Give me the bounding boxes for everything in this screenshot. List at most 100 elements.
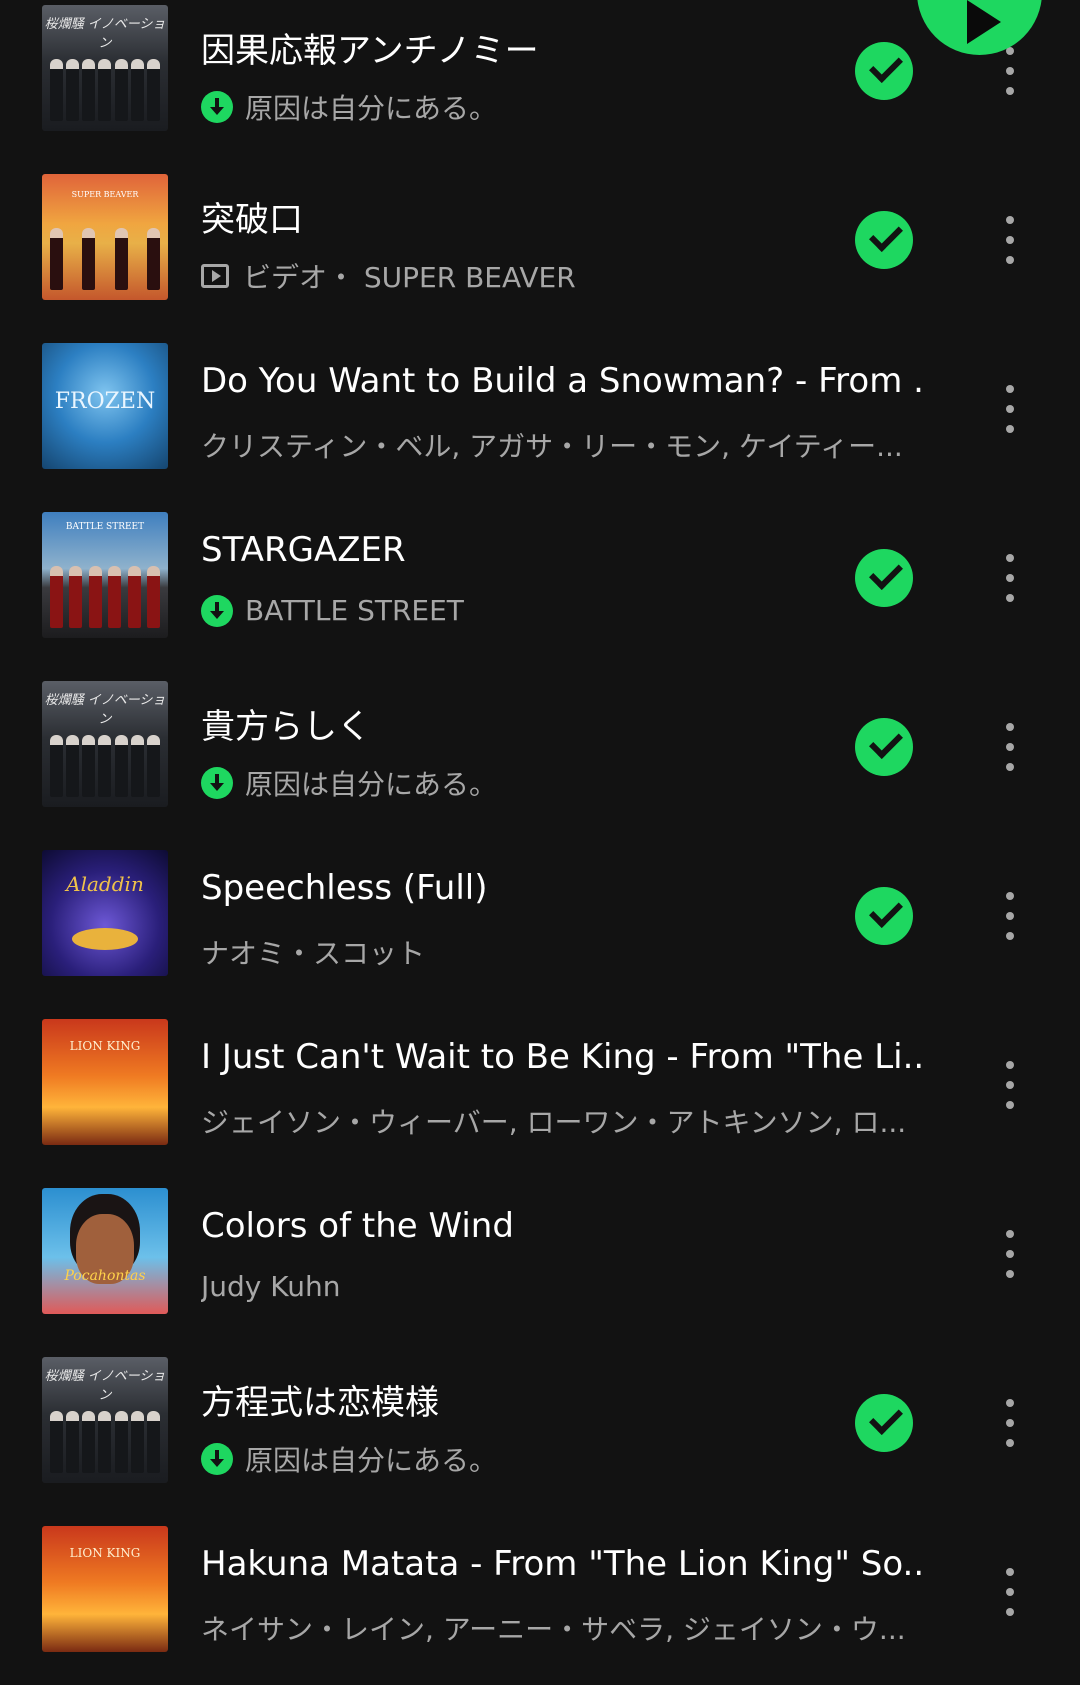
album-art-label: 桜爛騒 イノベーション xyxy=(44,693,166,727)
more-dot xyxy=(1006,236,1014,244)
more-dot xyxy=(1006,763,1014,771)
more-dot xyxy=(1006,912,1014,920)
more-dot xyxy=(1006,1588,1014,1596)
check-circle-icon[interactable] xyxy=(855,211,913,269)
track-artist: 原因は自分にある。 xyxy=(245,1444,498,1477)
album-art-label: SUPER BEAVER xyxy=(71,190,139,199)
track-subtitle: クリスティン・ベル, アガサ・リー・モン, ケイティー... xyxy=(201,425,921,465)
more-vert-icon[interactable] xyxy=(995,1393,1025,1453)
more-dot xyxy=(1006,1230,1014,1238)
album-art-label: Pocahontas xyxy=(64,1268,146,1284)
album-art-label: BATTLE STREET xyxy=(65,522,145,532)
track-title: Speechless (Full) xyxy=(201,868,488,908)
track-subtitle: BATTLE STREET xyxy=(201,594,921,627)
download-icon xyxy=(201,767,233,799)
track-row[interactable]: Pocahontas Colors of the Wind Judy Kuhn xyxy=(0,1178,1080,1347)
check-circle-icon[interactable] xyxy=(855,718,913,776)
more-vert-icon[interactable] xyxy=(995,1055,1025,1115)
more-vert-icon[interactable] xyxy=(995,548,1025,608)
more-dot xyxy=(1006,723,1014,731)
more-vert-icon[interactable] xyxy=(995,717,1025,777)
more-vert-icon[interactable] xyxy=(995,210,1025,270)
video-icon xyxy=(201,264,229,288)
track-artist: ビデオ・ SUPER BEAVER xyxy=(243,261,576,294)
track-artist: 原因は自分にある。 xyxy=(245,768,498,801)
track-row[interactable]: LION KING Hakuna Matata - From "The Lion … xyxy=(0,1516,1080,1685)
check-circle-icon[interactable] xyxy=(855,1394,913,1452)
more-dot xyxy=(1006,932,1014,940)
album-cover: Aladdin xyxy=(42,850,168,976)
more-dot xyxy=(1006,1081,1014,1089)
track-row[interactable]: 桜爛騒 イノベーション 因果応報アンチノミー原因は自分にある。 xyxy=(0,0,1080,164)
album-cover: SUPER BEAVER xyxy=(42,174,168,300)
track-title: Hakuna Matata - From "The Lion King" So.… xyxy=(201,1544,921,1584)
album-cover: BATTLE STREET xyxy=(42,512,168,638)
more-dot xyxy=(1006,1608,1014,1616)
track-artist: クリスティン・ベル, アガサ・リー・モン, ケイティー... xyxy=(201,430,903,463)
album-art-label: 桜爛騒 イノベーション xyxy=(44,1369,166,1403)
track-row[interactable]: BATTLE STREET STARGAZER BATTLE STREET xyxy=(0,502,1080,671)
track-title: Do You Want to Build a Snowman? - From .… xyxy=(201,361,921,401)
download-icon xyxy=(201,594,233,627)
more-dot xyxy=(1006,1250,1014,1258)
track-row[interactable]: FROZEN Do You Want to Build a Snowman? - … xyxy=(0,333,1080,502)
track-row[interactable]: 桜爛騒 イノベーション 貴方らしく原因は自分にある。 xyxy=(0,671,1080,840)
track-artist: ナオミ・スコット xyxy=(201,937,426,970)
more-dot xyxy=(1006,574,1014,582)
more-vert-icon[interactable] xyxy=(995,1224,1025,1284)
track-title: STARGAZER xyxy=(201,530,406,570)
album-art-label: FROZEN xyxy=(54,389,156,414)
more-dot xyxy=(1006,67,1014,75)
more-dot xyxy=(1006,594,1014,602)
more-vert-icon[interactable] xyxy=(995,379,1025,439)
album-art-label: LION KING xyxy=(69,1546,141,1560)
track-subtitle: 原因は自分にある。 xyxy=(201,87,921,127)
more-dot xyxy=(1006,1101,1014,1109)
download-icon xyxy=(201,91,233,123)
track-row[interactable]: SUPER BEAVER 突破口 ビデオ・ SUPER BEAVER xyxy=(0,164,1080,333)
album-cover: LION KING xyxy=(42,1019,168,1145)
more-dot xyxy=(1006,554,1014,562)
album-art-label: LION KING xyxy=(69,1039,141,1053)
album-cover: 桜爛騒 イノベーション xyxy=(42,5,168,131)
album-cover: 桜爛騒 イノベーション xyxy=(42,1357,168,1483)
track-subtitle: 原因は自分にある。 xyxy=(201,763,921,803)
album-cover: 桜爛騒 イノベーション xyxy=(42,681,168,807)
track-title: 方程式は恋模様 xyxy=(201,1383,439,1423)
more-dot xyxy=(1006,385,1014,393)
check-circle-icon[interactable] xyxy=(855,549,913,607)
more-vert-icon[interactable] xyxy=(995,1562,1025,1622)
track-row[interactable]: Aladdin Speechless (Full) ナオミ・スコット xyxy=(0,840,1080,1009)
check-circle-icon[interactable] xyxy=(855,42,913,100)
check-circle-icon[interactable] xyxy=(855,887,913,945)
track-artist: 原因は自分にある。 xyxy=(245,92,498,125)
more-dot xyxy=(1006,892,1014,900)
track-subtitle: Judy Kuhn xyxy=(201,1270,921,1303)
more-dot xyxy=(1006,425,1014,433)
album-cover: FROZEN xyxy=(42,343,168,469)
download-icon xyxy=(201,1443,233,1475)
more-dot xyxy=(1006,1399,1014,1407)
track-artist: BATTLE STREET xyxy=(245,594,464,627)
track-title: 因果応報アンチノミー xyxy=(201,31,539,71)
track-artist: ジェイソン・ウィーバー, ローワン・アトキンソン, ロ... xyxy=(201,1106,907,1139)
more-dot xyxy=(1006,1568,1014,1576)
track-row[interactable]: LION KING I Just Can't Wait to Be King - … xyxy=(0,1009,1080,1178)
album-cover: Pocahontas xyxy=(42,1188,168,1314)
album-cover: LION KING xyxy=(42,1526,168,1652)
track-title: 貴方らしく xyxy=(201,707,371,747)
more-dot xyxy=(1006,1439,1014,1447)
album-art-label: Aladdin xyxy=(66,872,144,896)
more-dot xyxy=(1006,743,1014,751)
more-vert-icon[interactable] xyxy=(995,886,1025,946)
more-dot xyxy=(1006,1061,1014,1069)
track-artist: Judy Kuhn xyxy=(201,1270,341,1303)
more-dot xyxy=(1006,405,1014,413)
track-title: I Just Can't Wait to Be King - From "The… xyxy=(201,1037,921,1077)
more-dot xyxy=(1006,1419,1014,1427)
more-dot xyxy=(1006,256,1014,264)
more-dot xyxy=(1006,87,1014,95)
track-row[interactable]: 桜爛騒 イノベーション 方程式は恋模様原因は自分にある。 xyxy=(0,1347,1080,1516)
track-subtitle: 原因は自分にある。 xyxy=(201,1439,921,1479)
more-dot xyxy=(1006,1270,1014,1278)
